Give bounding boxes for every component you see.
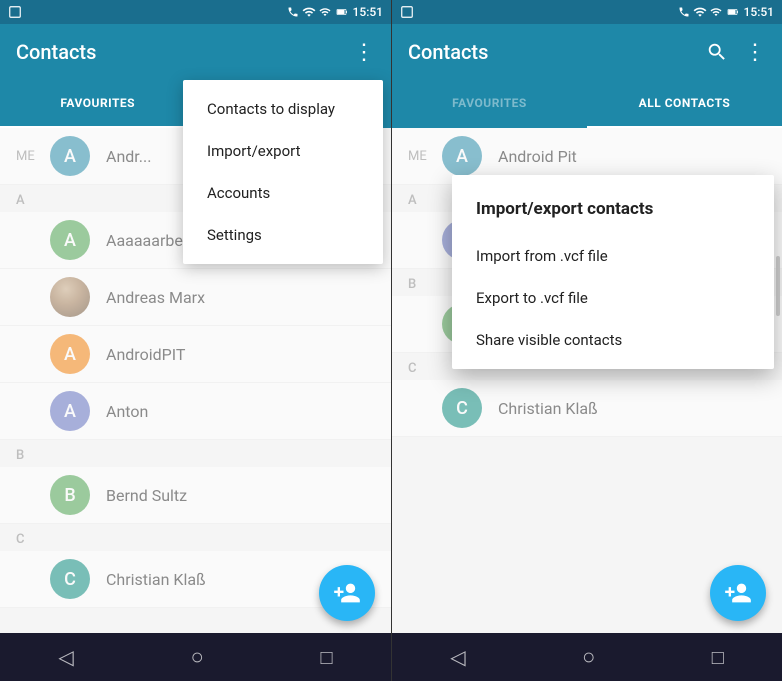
left-status-bar: 15:51: [0, 0, 391, 24]
contact-row-christian-right[interactable]: C Christian Klaß: [392, 380, 782, 437]
scroll-indicator-right: [776, 256, 780, 585]
screenshot-icon: [8, 5, 22, 19]
left-app-bar: Contacts ⋮: [0, 24, 391, 80]
contact-name-bernd-left: Bernd Sultz: [106, 486, 187, 505]
contact-name-aaaaaarbeit: Aaaaaarbeit: [106, 231, 192, 250]
more-options-icon-right[interactable]: ⋮: [744, 40, 766, 65]
left-status-icons-left: [8, 5, 22, 19]
left-status-icons-right: 15:51: [287, 5, 383, 19]
avatar-android-pit: A: [442, 136, 482, 176]
contact-name-androidpit: AndroidPIT: [106, 345, 185, 364]
screenshot-icon-right: [400, 5, 414, 19]
avatar-christian-right: C: [442, 388, 482, 428]
battery-icon-right: [725, 6, 741, 18]
recents-button-left[interactable]: □: [297, 637, 357, 678]
menu-accounts[interactable]: Accounts: [183, 172, 383, 214]
section-label-me: ME: [16, 149, 46, 164]
menu-import-export[interactable]: Import/export: [183, 130, 383, 172]
tab-favourites-right[interactable]: FAVOURITES: [392, 80, 587, 128]
left-bottom-nav: ◁ ○ □: [0, 633, 391, 681]
battery-icon: [334, 6, 350, 18]
contact-row-anton-left[interactable]: A Anton: [0, 383, 391, 440]
avatar-me: A: [50, 136, 90, 176]
phone-icon: [287, 6, 299, 18]
avatar-androidpit: A: [50, 334, 90, 374]
contact-name-christian-right: Christian Klaß: [498, 399, 598, 418]
search-icon-right[interactable]: [706, 41, 728, 63]
add-person-icon-left: [333, 579, 361, 607]
right-app-bar: Contacts ⋮: [392, 24, 782, 80]
home-button-right[interactable]: ○: [558, 636, 619, 678]
import-export-dialog: Import/export contacts Import from .vcf …: [452, 175, 774, 369]
right-status-bar: 15:51: [392, 0, 782, 24]
right-panel: 15:51 Contacts ⋮ FAVOURITES ALL CONTACTS…: [391, 0, 782, 681]
section-header-c-left: C: [0, 524, 391, 551]
tab-all-contacts-right[interactable]: ALL CONTACTS: [587, 80, 782, 128]
avatar-bernd-left: B: [50, 475, 90, 515]
tab-favourites-left[interactable]: FAVOURITES: [0, 80, 196, 128]
recents-button-right[interactable]: □: [688, 637, 748, 678]
back-button-right[interactable]: ◁: [426, 637, 489, 677]
menu-contacts-to-display[interactable]: Contacts to display: [183, 88, 383, 130]
contact-name-andreas-marx: Andreas Marx: [106, 288, 205, 307]
contact-name-anton-left: Anton: [106, 402, 148, 421]
avatar-andreas-marx: [50, 277, 90, 317]
avatar-aaaaaarbeit: A: [50, 220, 90, 260]
right-tabs-bar: FAVOURITES ALL CONTACTS: [392, 80, 782, 128]
right-time: 15:51: [744, 5, 774, 19]
more-options-icon[interactable]: ⋮: [353, 40, 375, 65]
right-status-icons-right: 15:51: [678, 5, 774, 19]
menu-settings[interactable]: Settings: [183, 214, 383, 256]
left-app-title: Contacts: [16, 40, 353, 64]
contact-row-andreas-marx[interactable]: Andreas Marx: [0, 269, 391, 326]
contact-name-christian-left: Christian Klaß: [106, 570, 206, 589]
home-button-left[interactable]: ○: [166, 636, 227, 678]
contact-row-bernd-left[interactable]: B Bernd Sultz: [0, 467, 391, 524]
left-app-bar-icons: ⋮: [353, 40, 375, 65]
contact-row-androidpit[interactable]: A AndroidPIT: [0, 326, 391, 383]
back-button-left[interactable]: ◁: [34, 637, 97, 677]
signal-icon: [319, 6, 331, 18]
dialog-item-export-vcf[interactable]: Export to .vcf file: [452, 277, 774, 319]
dialog-item-share-visible[interactable]: Share visible contacts: [452, 319, 774, 361]
right-bottom-nav: ◁ ○ □: [392, 633, 782, 681]
dialog-item-import-vcf[interactable]: Import from .vcf file: [452, 235, 774, 277]
section-header-b-left: B: [0, 440, 391, 467]
avatar-anton-left: A: [50, 391, 90, 431]
contact-name-android-pit: Android Pit: [498, 147, 577, 166]
avatar-christian-left: C: [50, 559, 90, 599]
dropdown-menu: Contacts to display Import/export Accoun…: [183, 80, 383, 264]
dialog-title: Import/export contacts: [452, 199, 774, 235]
left-time: 15:51: [353, 5, 383, 19]
signal-icon-right: [710, 6, 722, 18]
add-contact-fab-right[interactable]: [710, 565, 766, 621]
wifi-icon: [302, 5, 316, 19]
left-panel: 15:51 Contacts ⋮ FAVOURITES ALL CONTACTS…: [0, 0, 391, 681]
right-status-icons-left: [400, 5, 414, 19]
contact-name-me: Andr...: [106, 147, 151, 166]
wifi-icon-right: [693, 5, 707, 19]
section-label-me-right: ME: [408, 149, 438, 164]
right-app-title: Contacts: [408, 40, 706, 64]
phone-icon-right: [678, 6, 690, 18]
add-person-icon-right: [724, 579, 752, 607]
right-app-bar-icons: ⋮: [706, 40, 766, 65]
add-contact-fab-left[interactable]: [319, 565, 375, 621]
